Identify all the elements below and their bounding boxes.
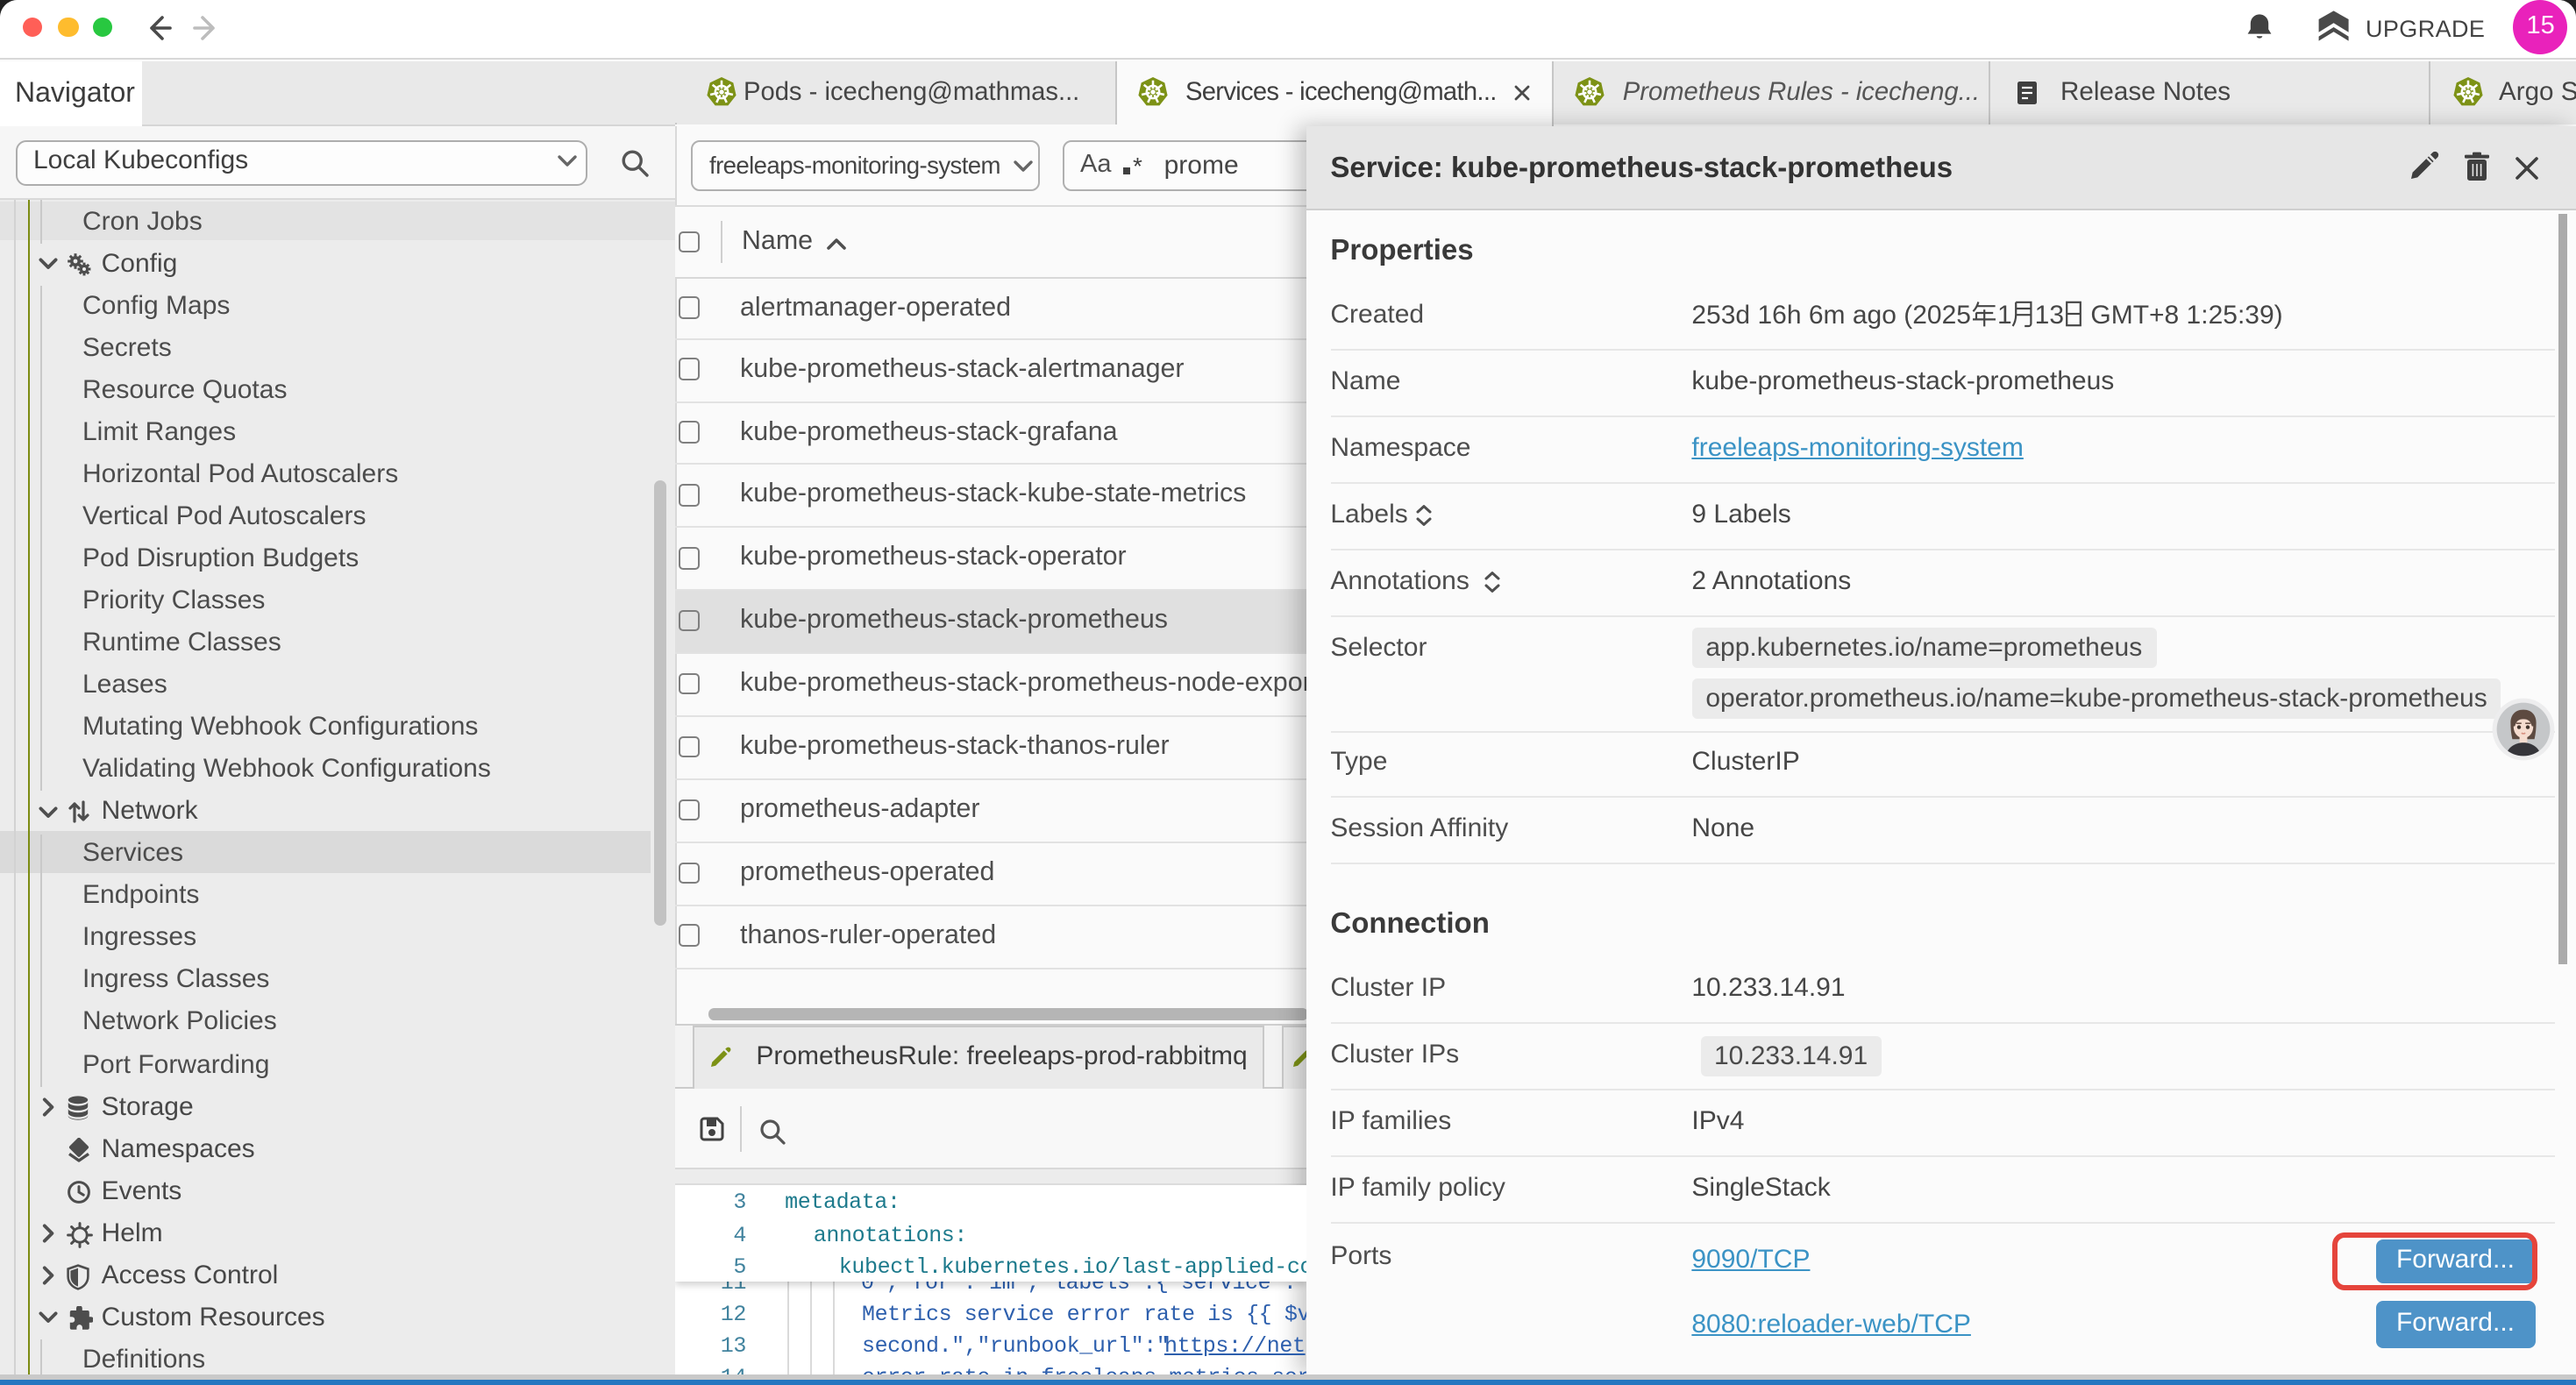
svg-text:*: * <box>1133 153 1142 180</box>
